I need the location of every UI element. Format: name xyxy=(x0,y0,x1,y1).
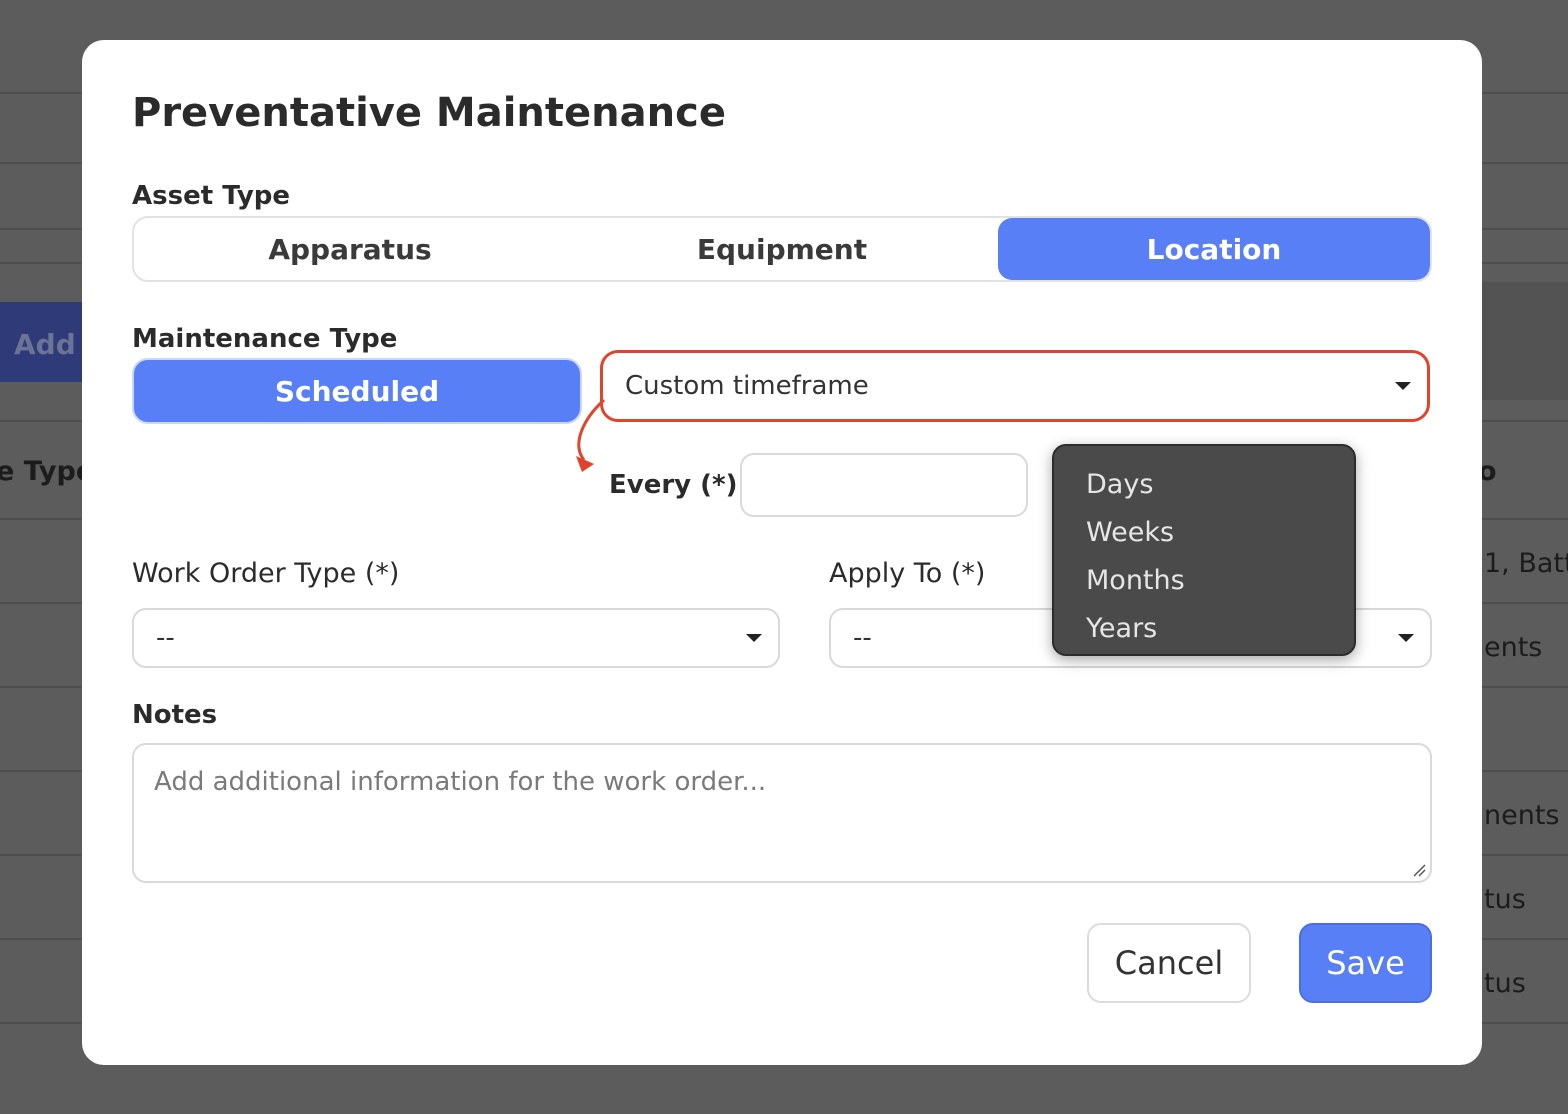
bg-cell: tus xyxy=(1484,968,1526,999)
asset-type-apparatus[interactable]: Apparatus xyxy=(134,218,566,280)
chevron-down-icon xyxy=(1395,382,1411,390)
notes-label: Notes xyxy=(132,700,218,730)
interval-option-days[interactable]: Days xyxy=(1054,460,1354,508)
preventative-maintenance-modal: Preventative Maintenance Asset Type Appa… xyxy=(82,40,1482,1065)
bg-cell: 1, Batta xyxy=(1484,548,1568,579)
timeframe-select[interactable]: Custom timeframe xyxy=(600,350,1430,422)
interval-option-months[interactable]: Months xyxy=(1054,556,1354,604)
every-input[interactable] xyxy=(740,453,1028,517)
asset-type-label: Asset Type xyxy=(132,181,291,211)
interval-option-years[interactable]: Years xyxy=(1054,604,1354,652)
every-label: Every (*) xyxy=(609,470,738,500)
scheduled-button[interactable]: Scheduled xyxy=(132,358,582,424)
maintenance-type-label: Maintenance Type xyxy=(132,324,398,354)
notes-placeholder: Add additional information for the work … xyxy=(154,767,767,797)
asset-type-location[interactable]: Location xyxy=(998,218,1430,280)
chevron-down-icon xyxy=(746,634,762,642)
bg-cell: nents xyxy=(1484,800,1560,831)
save-button[interactable]: Save xyxy=(1299,923,1432,1003)
asset-type-equipment[interactable]: Equipment xyxy=(566,218,998,280)
work-order-type-value: -- xyxy=(156,623,175,653)
chevron-down-icon xyxy=(1398,634,1414,642)
bg-add-button[interactable]: Add N xyxy=(0,302,84,382)
cancel-button[interactable]: Cancel xyxy=(1087,923,1251,1003)
asset-type-segmented-control: Apparatus Equipment Location xyxy=(132,216,1432,282)
notes-textarea[interactable]: Add additional information for the work … xyxy=(132,743,1432,883)
modal-title: Preventative Maintenance xyxy=(132,90,726,136)
work-order-type-label: Work Order Type (*) xyxy=(132,558,400,589)
bg-cell: tus xyxy=(1484,884,1526,915)
timeframe-select-value: Custom timeframe xyxy=(625,371,869,401)
resize-handle-icon[interactable] xyxy=(1412,863,1426,877)
bg-cell: ents xyxy=(1484,632,1543,663)
interval-option-weeks[interactable]: Weeks xyxy=(1054,508,1354,556)
apply-to-value: -- xyxy=(853,623,872,653)
interval-dropdown-menu: Days Weeks Months Years xyxy=(1052,444,1356,656)
work-order-type-select[interactable]: -- xyxy=(132,608,780,668)
apply-to-label: Apply To (*) xyxy=(829,558,986,589)
bg-column-header: e Type xyxy=(0,456,95,487)
